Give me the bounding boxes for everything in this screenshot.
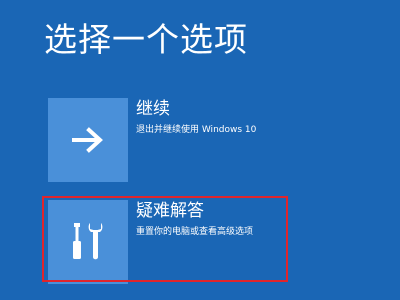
tools-icon [73,223,103,260]
page-title: 选择一个选项 [44,20,248,59]
troubleshoot-title: 疑难解答 [136,201,204,221]
troubleshoot-tile[interactable] [48,200,128,284]
continue-title: 继续 [136,99,170,119]
troubleshoot-option[interactable]: 疑难解答 重置你的电脑或查看高级选项 [48,200,288,284]
continue-option[interactable]: 继续 退出并继续使用 Windows 10 [48,98,288,182]
continue-description: 退出并继续使用 Windows 10 [136,125,257,135]
troubleshoot-description: 重置你的电脑或查看高级选项 [136,227,254,237]
continue-tile[interactable] [48,98,128,182]
arrow-right-icon [72,127,103,153]
